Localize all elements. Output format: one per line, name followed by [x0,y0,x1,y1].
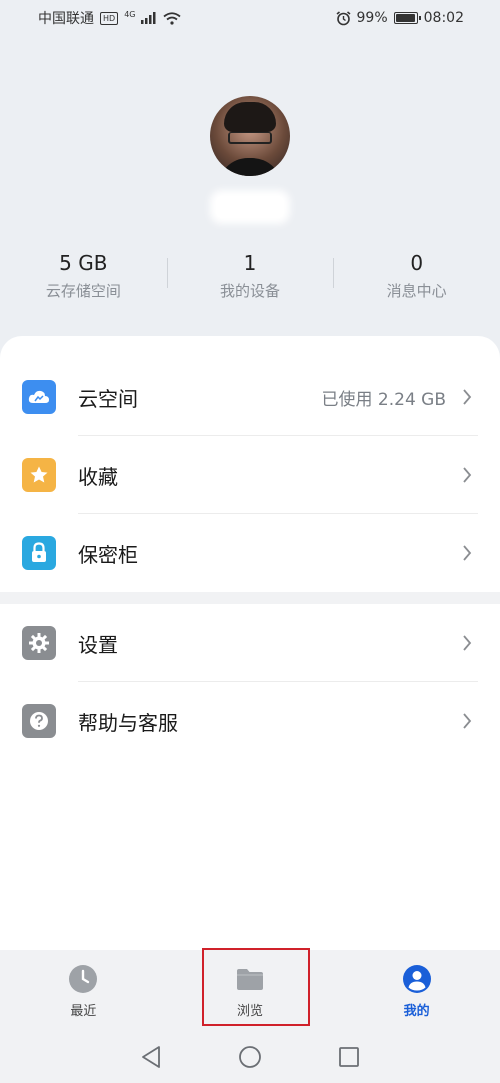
status-bar: 中国联通 HD 4G 99% 08:02 [0,0,500,36]
avatar[interactable] [210,96,290,176]
stats-row: 5 GB 云存储空间 1 我的设备 0 消息中心 [0,248,500,301]
hd-badge: HD [100,11,119,25]
stat-message-center[interactable]: 0 消息中心 [333,248,500,301]
nav-tab-mine[interactable]: 我的 [333,950,500,1030]
chevron-right-icon [456,713,478,729]
battery-percent: 99% [356,10,388,26]
system-nav-bar [0,1030,500,1083]
person-icon [402,965,431,993]
star-icon [22,458,56,492]
menu-label: 云空间 [78,386,138,411]
chevron-right-icon [456,545,478,561]
username-redacted [216,196,284,218]
menu-label: 帮助与客服 [78,710,178,735]
stat-my-devices[interactable]: 1 我的设备 [166,248,334,301]
alarm-icon [336,10,351,25]
nav-label: 我的 [403,1004,430,1019]
clock-icon [69,965,98,993]
stat-label: 云存储空间 [45,282,121,300]
stat-value: 0 [410,251,424,275]
menu-item-favorites[interactable]: 收藏 [0,436,500,514]
carrier-label: 中国联通 [38,11,94,27]
battery-icon [393,12,421,24]
network-type: 4G [124,9,136,19]
stat-cloud-storage[interactable]: 5 GB 云存储空间 [0,248,167,301]
menu-item-safe-box[interactable]: 保密柜 [0,514,500,592]
chevron-right-icon [456,467,478,483]
profile-header [0,96,500,218]
chevron-right-icon [456,389,478,405]
stat-label: 我的设备 [220,282,281,300]
highlight-box [202,948,310,1026]
storage-used-value: 已使用 2.24 GB [321,389,447,410]
gear-icon [22,626,56,660]
menu-item-cloud-space[interactable]: 云空间 已使用 2.24 GB [0,358,500,436]
chevron-right-icon [456,635,478,651]
back-icon[interactable] [140,1045,162,1069]
menu-label: 收藏 [78,464,118,489]
clock-time: 08:02 [423,10,464,26]
group-separator [0,592,500,604]
menu-label: 保密柜 [78,542,138,567]
cloud-icon [22,380,56,414]
stat-label: 消息中心 [386,282,447,300]
stat-value: 5 GB [59,251,108,275]
menu-item-help[interactable]: 帮助与客服 [0,682,500,760]
menu-card: 云空间 已使用 2.24 GB 收藏 保密柜 设置 帮助与客服 [0,336,500,950]
lock-icon [22,536,56,570]
menu-item-settings[interactable]: 设置 [0,604,500,682]
nav-tab-recent[interactable]: 最近 [0,950,167,1030]
question-icon [22,704,56,738]
nav-label: 最近 [70,1004,97,1019]
signal-icon [141,12,156,24]
stat-value: 1 [243,251,257,275]
home-icon[interactable] [238,1045,262,1069]
menu-label: 设置 [78,632,118,657]
recents-icon[interactable] [338,1046,360,1068]
wifi-icon [163,11,182,25]
